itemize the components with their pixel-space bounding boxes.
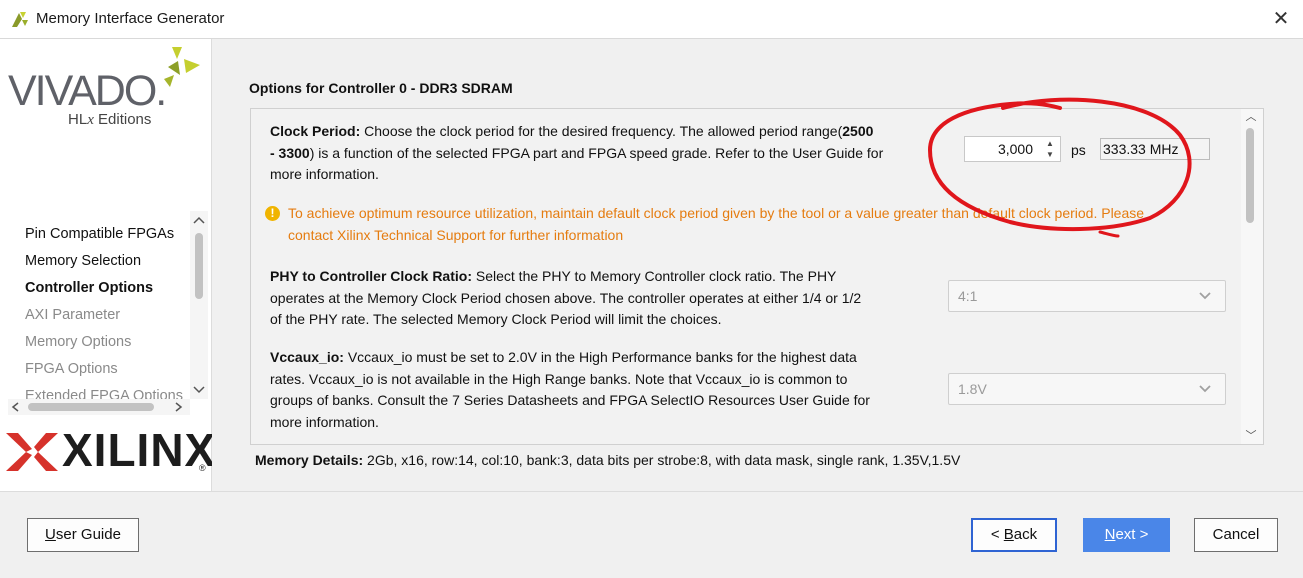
phy-ratio-description: PHY to Controller Clock Ratio: Select th…: [270, 268, 862, 327]
phy-ratio-value: 4:1: [958, 288, 978, 304]
next-button[interactable]: Next >: [1083, 518, 1170, 552]
clock-period-value[interactable]: 3,000: [998, 141, 1033, 157]
close-button[interactable]: ✕: [1269, 6, 1293, 32]
vivado-logo: VIVADO.: [8, 67, 167, 115]
vccaux-label: Vccaux_io:: [270, 349, 344, 365]
xilinx-mark-icon: [6, 433, 58, 471]
back-button[interactable]: < Back: [971, 518, 1057, 552]
xilinx-logo: XILINX: [62, 424, 217, 476]
nav-horizontal-scrollbar[interactable]: [8, 399, 190, 415]
vivado-subtitle: HLx Editions: [68, 111, 152, 128]
nav-item-pin-compatible-fpgas[interactable]: Pin Compatible FPGAs: [25, 226, 174, 242]
memory-details-value: 2Gb, x16, row:14, col:10, bank:3, data b…: [363, 452, 961, 468]
vccaux-select: 1.8V: [948, 373, 1226, 405]
chevron-down-icon: [1199, 292, 1211, 300]
memory-details: Memory Details: 2Gb, x16, row:14, col:10…: [255, 452, 960, 468]
clock-period-description: Clock Period: Choose the clock period fo…: [270, 123, 884, 182]
vccaux-value: 1.8V: [958, 381, 987, 397]
nav-item-extended-fpga-options: Extended FPGA Options: [25, 388, 183, 399]
user-guide-button[interactable]: User Guide: [27, 518, 139, 552]
section-title: Options for Controller 0 - DDR3 SDRAM: [249, 80, 513, 96]
chevron-down-icon: [1199, 385, 1211, 393]
vccaux-description: Vccaux_io: Vccaux_io must be set to 2.0V…: [270, 349, 870, 430]
clock-frequency-field: 333.33 MHz: [1100, 138, 1210, 160]
phy-ratio-label: PHY to Controller Clock Ratio:: [270, 268, 472, 284]
nav-scrollbar-graphics: [193, 216, 205, 394]
warning-icon: !: [265, 206, 280, 221]
memory-details-label: Memory Details:: [255, 452, 364, 468]
nav-vertical-scrollbar[interactable]: [190, 211, 208, 399]
options-scroll-area[interactable]: Clock Period: Choose the clock period fo…: [250, 108, 1264, 445]
left-panel: VIVADO. HLx Editions Pin Compatible FPGA…: [0, 39, 215, 491]
nav-item-fpga-options: FPGA Options: [25, 361, 118, 377]
vivado-app-icon: [12, 12, 28, 27]
nav-hscroll-graphics: [11, 402, 183, 412]
spin-down-icon[interactable]: ▼: [1044, 150, 1056, 160]
main-panel: Options for Controller 0 - DDR3 SDRAM Cl…: [212, 39, 1303, 491]
clock-period-label: Clock Period:: [270, 123, 361, 139]
clock-period-unit: ps: [1071, 142, 1086, 158]
footer-bar: User Guide < Back Next > Cancel: [0, 491, 1303, 578]
nav-item-axi-parameter: AXI Parameter: [25, 307, 121, 323]
nav-item-memory-selection[interactable]: Memory Selection: [25, 253, 141, 269]
xilinx-registered-mark: ®: [199, 463, 206, 473]
step-navigation: Pin Compatible FPGAs Memory Selection Co…: [0, 211, 190, 399]
scroll-up-icon[interactable]: ︿: [1244, 111, 1258, 123]
window-title: Memory Interface Generator: [36, 10, 225, 27]
scrollbar-thumb[interactable]: [1246, 128, 1254, 223]
options-vertical-scrollbar[interactable]: ︿ ﹀: [1241, 109, 1263, 444]
nav-item-memory-options: Memory Options: [25, 334, 132, 350]
warning-message: To achieve optimum resource utilization,…: [288, 205, 1145, 243]
clock-period-spinner[interactable]: 3,000 ▲ ▼: [964, 136, 1061, 162]
options-content: Clock Period: Choose the clock period fo…: [251, 109, 1241, 444]
nav-item-controller-options[interactable]: Controller Options: [25, 280, 153, 296]
scroll-down-icon[interactable]: ﹀: [1244, 430, 1258, 442]
phy-ratio-select: 4:1: [948, 280, 1226, 312]
title-bar: Memory Interface Generator ✕: [0, 0, 1303, 38]
spin-up-icon[interactable]: ▲: [1044, 139, 1056, 149]
vivado-leaf-icon: [164, 47, 200, 87]
cancel-button[interactable]: Cancel: [1194, 518, 1278, 552]
